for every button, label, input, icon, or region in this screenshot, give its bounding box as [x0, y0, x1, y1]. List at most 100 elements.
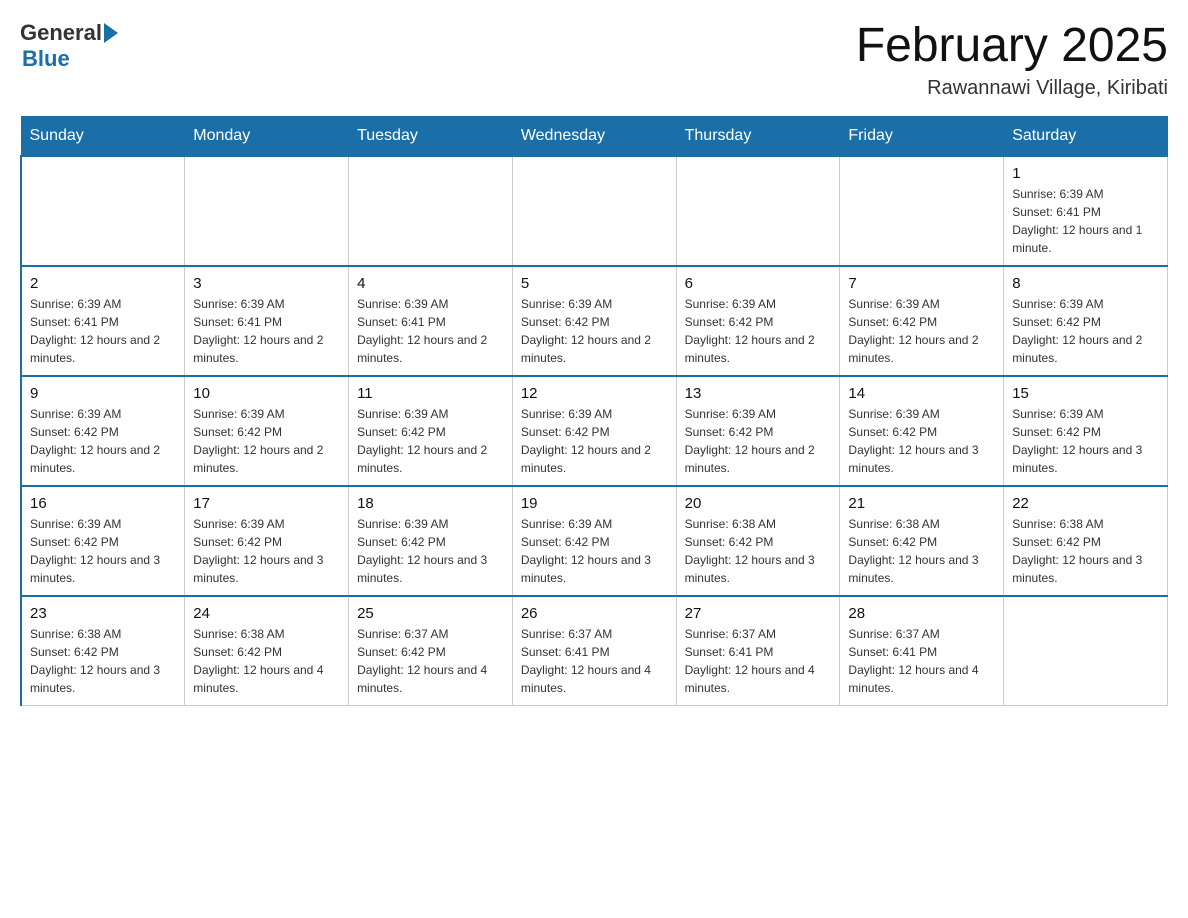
calendar-cell: 8 Sunrise: 6:39 AM Sunset: 6:42 PM Daylig…: [1004, 266, 1168, 376]
day-header-monday: Monday: [185, 116, 349, 156]
calendar-cell: 1 Sunrise: 6:39 AM Sunset: 6:41 PM Daylig…: [1004, 156, 1168, 266]
calendar-cell: [349, 156, 513, 266]
day-header-thursday: Thursday: [676, 116, 840, 156]
calendar-cell: 12 Sunrise: 6:39 AM Sunset: 6:42 PM Dayli…: [512, 376, 676, 486]
calendar-cell: 18 Sunrise: 6:39 AM Sunset: 6:42 PM Dayli…: [349, 486, 513, 596]
day-header-saturday: Saturday: [1004, 116, 1168, 156]
day-info: Sunrise: 6:39 AM Sunset: 6:42 PM Dayligh…: [685, 295, 832, 367]
day-number: 26: [521, 605, 668, 622]
day-number: 12: [521, 385, 668, 402]
day-info: Sunrise: 6:39 AM Sunset: 6:42 PM Dayligh…: [357, 515, 504, 587]
calendar-cell: 5 Sunrise: 6:39 AM Sunset: 6:42 PM Daylig…: [512, 266, 676, 376]
day-info: Sunrise: 6:38 AM Sunset: 6:42 PM Dayligh…: [193, 625, 340, 697]
calendar-cell: 15 Sunrise: 6:39 AM Sunset: 6:42 PM Dayli…: [1004, 376, 1168, 486]
day-info: Sunrise: 6:39 AM Sunset: 6:42 PM Dayligh…: [521, 515, 668, 587]
calendar-cell: 13 Sunrise: 6:39 AM Sunset: 6:42 PM Dayli…: [676, 376, 840, 486]
day-info: Sunrise: 6:39 AM Sunset: 6:42 PM Dayligh…: [521, 295, 668, 367]
day-info: Sunrise: 6:39 AM Sunset: 6:42 PM Dayligh…: [1012, 295, 1159, 367]
day-number: 8: [1012, 275, 1159, 292]
day-number: 10: [193, 385, 340, 402]
calendar-cell: 17Sunrise: 6:39 AM Sunset: 6:42 PM Dayli…: [185, 486, 349, 596]
day-headers-row: SundayMondayTuesdayWednesdayThursdayFrid…: [21, 116, 1168, 156]
day-info: Sunrise: 6:39 AM Sunset: 6:42 PM Dayligh…: [30, 515, 176, 587]
calendar-cell: 27 Sunrise: 6:37 AM Sunset: 6:41 PM Dayli…: [676, 596, 840, 706]
calendar-title: February 2025: [856, 20, 1168, 73]
calendar-cell: [185, 156, 349, 266]
calendar-cell: 20 Sunrise: 6:38 AM Sunset: 6:42 PM Dayli…: [676, 486, 840, 596]
day-info: Sunrise: 6:37 AM Sunset: 6:41 PM Dayligh…: [848, 625, 995, 697]
day-info: Sunrise: 6:39 AM Sunset: 6:42 PM Dayligh…: [685, 405, 832, 477]
day-number: 24: [193, 605, 340, 622]
calendar-cell: 2 Sunrise: 6:39 AM Sunset: 6:41 PM Daylig…: [21, 266, 185, 376]
day-info: Sunrise: 6:39 AM Sunset: 6:42 PM Dayligh…: [30, 405, 176, 477]
day-number: 6: [685, 275, 832, 292]
calendar-cell: 3Sunrise: 6:39 AM Sunset: 6:41 PM Daylig…: [185, 266, 349, 376]
day-info: Sunrise: 6:39 AM Sunset: 6:42 PM Dayligh…: [848, 405, 995, 477]
calendar-cell: [1004, 596, 1168, 706]
calendar-cell: 4 Sunrise: 6:39 AM Sunset: 6:41 PM Daylig…: [349, 266, 513, 376]
day-info: Sunrise: 6:39 AM Sunset: 6:42 PM Dayligh…: [193, 515, 340, 587]
logo-blue-text: Blue: [22, 46, 70, 72]
day-info: Sunrise: 6:38 AM Sunset: 6:42 PM Dayligh…: [1012, 515, 1159, 587]
day-info: Sunrise: 6:39 AM Sunset: 6:42 PM Dayligh…: [357, 405, 504, 477]
day-info: Sunrise: 6:39 AM Sunset: 6:41 PM Dayligh…: [193, 295, 340, 367]
day-number: 14: [848, 385, 995, 402]
calendar-cell: 26Sunrise: 6:37 AM Sunset: 6:41 PM Dayli…: [512, 596, 676, 706]
week-row-4: 16 Sunrise: 6:39 AM Sunset: 6:42 PM Dayli…: [21, 486, 1168, 596]
day-info: Sunrise: 6:39 AM Sunset: 6:41 PM Dayligh…: [357, 295, 504, 367]
day-info: Sunrise: 6:39 AM Sunset: 6:42 PM Dayligh…: [521, 405, 668, 477]
calendar-cell: 22 Sunrise: 6:38 AM Sunset: 6:42 PM Dayli…: [1004, 486, 1168, 596]
day-number: 27: [685, 605, 832, 622]
day-info: Sunrise: 6:39 AM Sunset: 6:42 PM Dayligh…: [1012, 405, 1159, 477]
week-row-2: 2 Sunrise: 6:39 AM Sunset: 6:41 PM Daylig…: [21, 266, 1168, 376]
calendar-table: SundayMondayTuesdayWednesdayThursdayFrid…: [20, 116, 1168, 707]
calendar-cell: 19 Sunrise: 6:39 AM Sunset: 6:42 PM Dayli…: [512, 486, 676, 596]
day-number: 1: [1012, 165, 1159, 182]
day-info: Sunrise: 6:38 AM Sunset: 6:42 PM Dayligh…: [30, 625, 176, 697]
week-row-5: 23 Sunrise: 6:38 AM Sunset: 6:42 PM Dayli…: [21, 596, 1168, 706]
calendar-cell: 6 Sunrise: 6:39 AM Sunset: 6:42 PM Daylig…: [676, 266, 840, 376]
day-header-wednesday: Wednesday: [512, 116, 676, 156]
day-info: Sunrise: 6:37 AM Sunset: 6:42 PM Dayligh…: [357, 625, 504, 697]
calendar-cell: 10 Sunrise: 6:39 AM Sunset: 6:42 PM Dayli…: [185, 376, 349, 486]
calendar-cell: 11Sunrise: 6:39 AM Sunset: 6:42 PM Dayli…: [349, 376, 513, 486]
day-number: 18: [357, 495, 504, 512]
day-header-tuesday: Tuesday: [349, 116, 513, 156]
logo-general-text: General: [20, 20, 102, 46]
day-number: 28: [848, 605, 995, 622]
day-number: 13: [685, 385, 832, 402]
calendar-cell: 14 Sunrise: 6:39 AM Sunset: 6:42 PM Dayli…: [840, 376, 1004, 486]
day-number: 19: [521, 495, 668, 512]
day-number: 21: [848, 495, 995, 512]
day-number: 15: [1012, 385, 1159, 402]
day-info: Sunrise: 6:38 AM Sunset: 6:42 PM Dayligh…: [685, 515, 832, 587]
calendar-cell: 28 Sunrise: 6:37 AM Sunset: 6:41 PM Dayli…: [840, 596, 1004, 706]
calendar-cell: [512, 156, 676, 266]
logo-triangle-icon: [104, 23, 118, 43]
day-info: Sunrise: 6:38 AM Sunset: 6:42 PM Dayligh…: [848, 515, 995, 587]
week-row-1: 1 Sunrise: 6:39 AM Sunset: 6:41 PM Daylig…: [21, 156, 1168, 266]
day-header-sunday: Sunday: [21, 116, 185, 156]
calendar-cell: 23 Sunrise: 6:38 AM Sunset: 6:42 PM Dayli…: [21, 596, 185, 706]
calendar-cell: 9Sunrise: 6:39 AM Sunset: 6:42 PM Daylig…: [21, 376, 185, 486]
calendar-cell: 7Sunrise: 6:39 AM Sunset: 6:42 PM Daylig…: [840, 266, 1004, 376]
day-number: 5: [521, 275, 668, 292]
day-header-friday: Friday: [840, 116, 1004, 156]
day-info: Sunrise: 6:39 AM Sunset: 6:41 PM Dayligh…: [1012, 185, 1159, 257]
calendar-cell: [676, 156, 840, 266]
day-info: Sunrise: 6:37 AM Sunset: 6:41 PM Dayligh…: [685, 625, 832, 697]
day-info: Sunrise: 6:39 AM Sunset: 6:42 PM Dayligh…: [848, 295, 995, 367]
day-number: 2: [30, 275, 176, 292]
day-info: Sunrise: 6:39 AM Sunset: 6:42 PM Dayligh…: [193, 405, 340, 477]
day-number: 23: [30, 605, 176, 622]
day-number: 22: [1012, 495, 1159, 512]
title-section: February 2025 Rawannawi Village, Kiribat…: [856, 20, 1168, 100]
calendar-cell: 21 Sunrise: 6:38 AM Sunset: 6:42 PM Dayli…: [840, 486, 1004, 596]
day-number: 25: [357, 605, 504, 622]
day-number: 20: [685, 495, 832, 512]
calendar-cell: 16 Sunrise: 6:39 AM Sunset: 6:42 PM Dayli…: [21, 486, 185, 596]
day-number: 4: [357, 275, 504, 292]
day-info: Sunrise: 6:39 AM Sunset: 6:41 PM Dayligh…: [30, 295, 176, 367]
calendar-cell: [21, 156, 185, 266]
day-number: 16: [30, 495, 176, 512]
